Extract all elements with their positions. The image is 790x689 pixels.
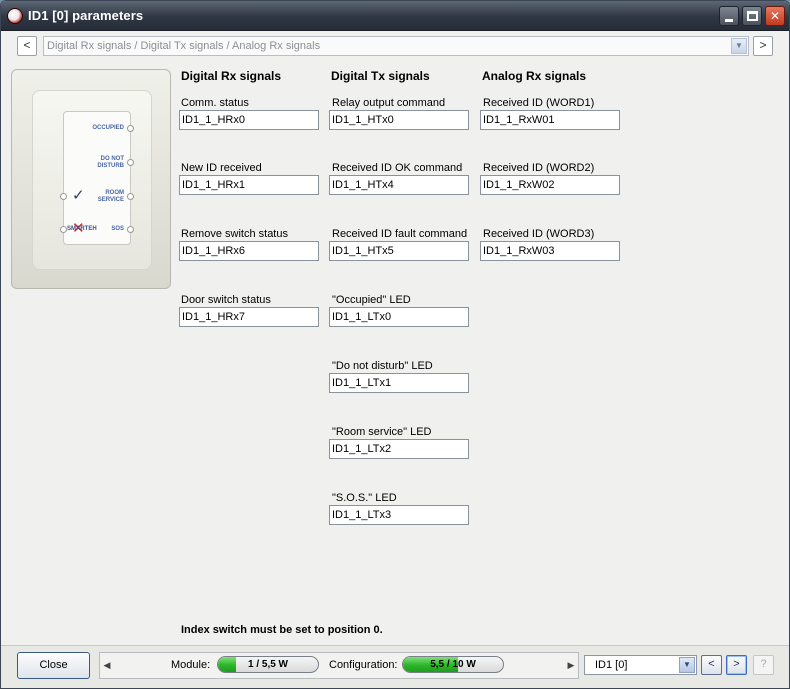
module-selector-value: ID1 [0]: [595, 659, 628, 671]
field-label: Received ID (WORD1): [483, 97, 595, 109]
analog-rx-column: Analog Rx signals: [482, 69, 586, 85]
module-meter-text: 1 / 5,5 W: [247, 659, 288, 670]
field-label: Received ID (WORD2): [483, 162, 595, 174]
breadcrumb-text: Digital Rx signals / Digital Tx signals …: [47, 40, 321, 52]
help-button[interactable]: ?: [753, 655, 774, 675]
led-indicator-icon: [60, 226, 67, 233]
led-indicator-icon: [127, 226, 134, 233]
module-power-meter: 1 / 5,5 W: [217, 656, 319, 673]
led-indicator-icon: [127, 159, 134, 166]
signal-field[interactable]: ID1_1_LTx0: [329, 307, 469, 327]
signal-field[interactable]: ID1_1_HTx0: [329, 110, 469, 130]
device-panel: OCCUPIED DO NOT DISTURB ROOM SERVICE SOS…: [60, 111, 134, 245]
signal-field[interactable]: ID1_1_RxW01: [480, 110, 620, 130]
status-bar: Close ◀ Module: 1 / 5,5 W Configuration:…: [1, 645, 789, 688]
minimize-icon: [725, 19, 733, 22]
field-label: Door switch status: [181, 294, 271, 306]
device-image: OCCUPIED DO NOT DISTURB ROOM SERVICE SOS…: [11, 69, 171, 289]
field-label: "Do not disturb" LED: [332, 360, 433, 372]
device-label-occupied: OCCUPIED: [92, 125, 124, 131]
title-bar[interactable]: ID1 [0] parameters ✕: [1, 1, 789, 31]
prev-module-button[interactable]: <: [701, 655, 722, 675]
column-heading: Analog Rx signals: [482, 69, 587, 83]
signal-field[interactable]: ID1_1_HTx5: [329, 241, 469, 261]
close-button[interactable]: Close: [17, 652, 90, 679]
signal-field[interactable]: ID1_1_RxW02: [480, 175, 620, 195]
smarteh-logo: SMARTEH: [67, 226, 97, 232]
led-indicator-icon: [60, 193, 67, 200]
module-selector[interactable]: ID1 [0] ▼: [584, 655, 697, 675]
field-label: Comm. status: [181, 97, 249, 109]
configuration-label: Configuration:: [329, 659, 398, 671]
field-label: Remove switch status: [181, 228, 288, 240]
device-frame: OCCUPIED DO NOT DISTURB ROOM SERVICE SOS…: [32, 90, 152, 270]
digital-tx-column: Digital Tx signals: [331, 69, 430, 85]
power-status-area: ◀ Module: 1 / 5,5 W Configuration: 5,5 /…: [99, 652, 579, 679]
app-icon: [7, 8, 23, 24]
led-indicator-icon: [127, 193, 134, 200]
index-switch-note: Index switch must be set to position 0.: [181, 624, 383, 636]
scroll-left-icon[interactable]: ◀: [102, 654, 112, 677]
field-label: "Occupied" LED: [332, 294, 411, 306]
column-heading: Digital Tx signals: [331, 69, 430, 83]
nav-prev-button[interactable]: <: [17, 36, 37, 56]
led-indicator-icon: [127, 125, 134, 132]
signal-field[interactable]: ID1_1_LTx3: [329, 505, 469, 525]
nav-next-button[interactable]: >: [753, 36, 773, 56]
field-label: "Room service" LED: [332, 426, 432, 438]
breadcrumb[interactable]: Digital Rx signals / Digital Tx signals …: [43, 36, 749, 56]
signal-field[interactable]: ID1_1_HRx1: [179, 175, 319, 195]
signal-field[interactable]: ID1_1_HRx7: [179, 307, 319, 327]
signal-field[interactable]: ID1_1_HTx4: [329, 175, 469, 195]
chevron-down-icon[interactable]: ▼: [679, 657, 695, 673]
signal-field[interactable]: ID1_1_LTx2: [329, 439, 469, 459]
configuration-meter-text: 5,5 / 10 W: [430, 659, 476, 670]
device-label-sos: SOS: [111, 226, 124, 232]
signal-field[interactable]: ID1_1_HRx0: [179, 110, 319, 130]
digital-rx-column: Digital Rx signals: [181, 69, 281, 85]
configuration-power-meter: 5,5 / 10 W: [402, 656, 504, 673]
window-title: ID1 [0] parameters: [28, 8, 144, 23]
parameters-window: ID1 [0] parameters ✕ < Digital Rx signal…: [0, 0, 790, 689]
field-label: Received ID fault command: [332, 228, 468, 240]
column-heading: Digital Rx signals: [181, 69, 282, 83]
close-icon: ✕: [769, 9, 781, 23]
navigation-bar: < Digital Rx signals / Digital Tx signal…: [9, 33, 781, 59]
minimize-button[interactable]: [719, 6, 739, 26]
signal-field[interactable]: ID1_1_LTx1: [329, 373, 469, 393]
maximize-button[interactable]: [742, 6, 762, 26]
signal-field[interactable]: ID1_1_RxW03: [480, 241, 620, 261]
field-label: New ID received: [181, 162, 262, 174]
signal-field[interactable]: ID1_1_HRx6: [179, 241, 319, 261]
device-label-room-service: ROOM SERVICE: [97, 190, 124, 203]
field-label: "S.O.S." LED: [332, 492, 397, 504]
module-label: Module:: [171, 659, 211, 671]
close-window-button[interactable]: ✕: [765, 6, 785, 26]
field-label: Received ID (WORD3): [483, 228, 595, 240]
maximize-icon: [747, 11, 758, 21]
field-label: Received ID OK command: [332, 162, 463, 174]
scroll-right-icon[interactable]: ▶: [566, 654, 576, 677]
device-label-do-not-disturb: DO NOT DISTURB: [97, 156, 124, 169]
next-module-button[interactable]: >: [726, 655, 747, 675]
chevron-down-icon[interactable]: ▼: [731, 38, 747, 54]
field-label: Relay output command: [332, 97, 446, 109]
check-icon: ✓: [72, 187, 85, 204]
